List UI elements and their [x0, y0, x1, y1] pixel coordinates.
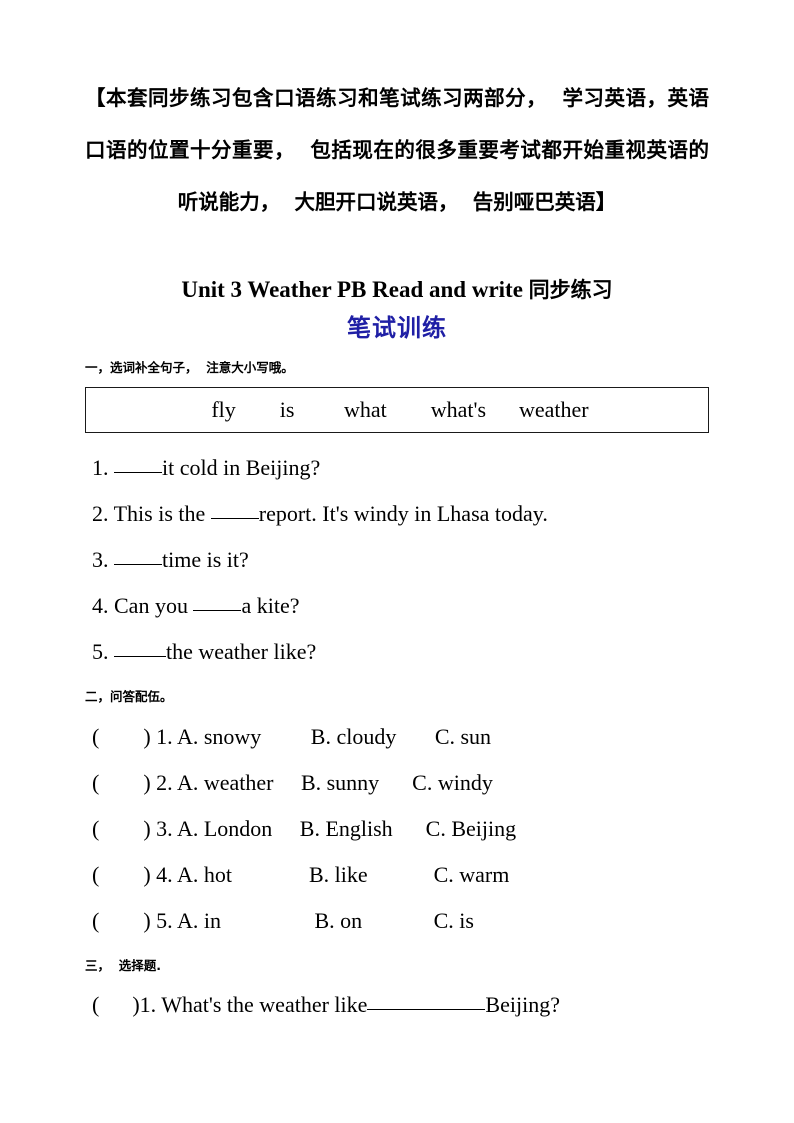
fill-in-blank-item: 5. the weather like?: [85, 629, 709, 675]
multiple-choice-list: ( )1. What's the weather like Beijing?: [85, 976, 709, 1028]
question-text-before: This is the: [108, 501, 211, 526]
question-number: 3.: [92, 547, 109, 572]
page-title-english: Unit 3 Weather PB Read and write: [181, 277, 529, 302]
question-number: 1.: [92, 455, 109, 480]
question-text-before: Can you: [108, 593, 194, 618]
question-number: 5.: [92, 639, 109, 664]
question-number: 4.: [92, 593, 109, 618]
section-two-heading: 二，问答配伍。: [85, 689, 173, 704]
answer-blank[interactable]: [114, 472, 162, 473]
fill-in-blank-item: 1. it cold in Beijing?: [85, 445, 709, 491]
fill-in-blank-list: 1. it cold in Beijing? 2. This is the re…: [85, 433, 709, 675]
section-three-heading: 三， 选择题.: [85, 958, 161, 973]
fill-in-blank-item: 2. This is the report. It's windy in Lha…: [85, 491, 709, 537]
page-subtitle: 笔试训练: [347, 314, 447, 342]
word-bank-words: fly is what what's weather: [211, 397, 589, 422]
question-text-after: the weather like?: [166, 639, 317, 664]
matching-list: ( ) 1. A. snowy B. cloudy C. sun ( ) 2. …: [85, 707, 709, 944]
question-text-after: it cold in Beijing?: [162, 455, 321, 480]
matching-item[interactable]: ( ) 1. A. snowy B. cloudy C. sun: [85, 714, 709, 760]
question-text-before: [109, 547, 115, 572]
matching-item[interactable]: ( ) 5. A. in B. on C. is: [85, 898, 709, 944]
question-text-before: [109, 639, 115, 664]
fill-in-blank-item: 4. Can you a kite?: [85, 583, 709, 629]
worksheet-page: 【本套同步练习包含口语练习和笔试练习两部分， 学习英语，英语口语的位置十分重要，…: [0, 0, 794, 1123]
multiple-choice-item: ( )1. What's the weather like Beijing?: [85, 982, 709, 1028]
question-text-after: time is it?: [162, 547, 249, 572]
answer-blank[interactable]: [114, 564, 162, 565]
answer-blank[interactable]: [210, 518, 259, 519]
choice-question-prefix: ( )1. What's the weather like: [92, 992, 368, 1017]
matching-item[interactable]: ( ) 2. A. weather B. sunny C. windy: [85, 760, 709, 806]
page-title-chinese: 同步练习: [528, 278, 613, 302]
section-one-heading: 一，选词补全句子， 注意大小写哦。: [85, 360, 294, 375]
fill-in-blank-item: 3. time is it?: [85, 537, 709, 583]
question-number: 2.: [92, 501, 109, 526]
answer-blank[interactable]: [193, 610, 242, 611]
intro-paragraph: 【本套同步练习包含口语练习和笔试练习两部分， 学习英语，英语口语的位置十分重要，…: [85, 86, 709, 214]
answer-blank[interactable]: [367, 1009, 486, 1010]
choice-question-suffix: Beijing?: [485, 992, 560, 1017]
answer-blank[interactable]: [114, 656, 166, 657]
word-bank-box: fly is what what's weather: [85, 387, 709, 433]
matching-item[interactable]: ( ) 3. A. London B. English C. Beijing: [85, 806, 709, 852]
matching-item[interactable]: ( ) 4. A. hot B. like C. warm: [85, 852, 709, 898]
question-text-before: [109, 455, 115, 480]
question-text-after: a kite?: [241, 593, 300, 618]
question-text-after: report. It's windy in Lhasa today.: [258, 501, 548, 526]
page-title: Unit 3 Weather PB Read and write 同步练习: [85, 228, 709, 308]
